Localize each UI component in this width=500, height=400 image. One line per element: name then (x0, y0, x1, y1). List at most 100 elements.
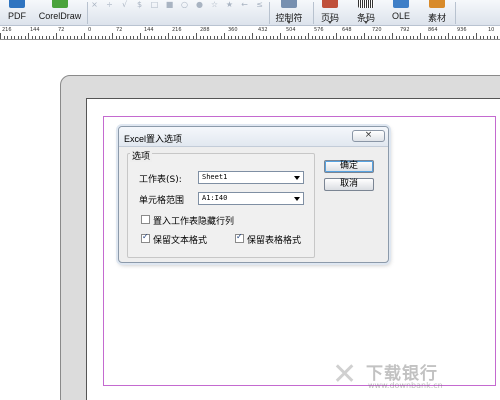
material-button[interactable]: 素材 (423, 0, 451, 26)
ruler-tick (315, 36, 316, 39)
keep-table-format-label: 保留表格格式 (247, 236, 302, 246)
filled-square-icon[interactable]: ■ (164, 0, 175, 10)
ruler-label: 0 (88, 27, 92, 33)
range-select[interactable]: A1:I40 (198, 192, 304, 205)
ruler-tick (308, 33, 309, 39)
ruler-tick (476, 33, 477, 39)
ruler-tick (38, 36, 40, 39)
ruler-tick (371, 36, 372, 39)
ruler-tick (367, 36, 369, 39)
close-button[interactable]: × (352, 130, 385, 142)
ruler-tick (21, 36, 22, 39)
chevron-down-icon[interactable] (328, 21, 332, 24)
ruler-tick (409, 36, 411, 39)
ruler-tick (31, 36, 33, 39)
ruler-tick (182, 36, 183, 39)
star-symbol-icon[interactable]: ☆ (209, 0, 220, 10)
ruler-tick (374, 36, 376, 39)
left-arrow-symbol-icon[interactable]: ← (239, 0, 250, 10)
sheet-select[interactable]: Sheet1 (198, 171, 304, 184)
ruler-tick (395, 36, 397, 39)
barcode-icon (358, 0, 374, 8)
ruler-tick (77, 36, 78, 39)
ruler-tick (119, 36, 120, 39)
ruler-tick (45, 36, 47, 39)
circle-symbol-icon[interactable]: ○ (179, 0, 190, 10)
ruler-tick (343, 36, 344, 39)
horizontal-ruler[interactable]: 216 144 72 0 72 144 216 288 360 432 504 … (0, 27, 500, 40)
ruler-tick (416, 36, 418, 39)
control-char-button[interactable]: 控制符 (272, 0, 306, 26)
ruler-tick (199, 36, 201, 39)
ruler-tick (458, 36, 460, 39)
filled-star-icon[interactable]: ★ (224, 0, 235, 10)
divide-symbol-icon[interactable]: ÷ (104, 0, 115, 10)
chevron-down-icon[interactable] (294, 176, 300, 180)
ruler-tick (434, 36, 435, 39)
ruler-tick (192, 36, 194, 39)
ruler-tick (171, 36, 173, 39)
filled-circle-icon[interactable]: ● (194, 0, 205, 10)
page-number-button[interactable]: 页码 (317, 0, 343, 26)
keep-table-format-checkbox[interactable] (235, 232, 244, 243)
ruler-tick (63, 36, 64, 39)
ruler-tick (413, 36, 414, 39)
barcode-button[interactable]: 条码 (352, 0, 380, 26)
dialog-titlebar[interactable]: Excel置入选项 × (119, 127, 388, 147)
ruler-tick (168, 33, 169, 39)
ruler-label: 10 (488, 27, 495, 33)
ruler-tick (259, 36, 260, 39)
ruler-tick (427, 36, 428, 39)
chevron-down-icon[interactable] (364, 21, 368, 24)
sqrt-symbol-icon[interactable]: √ (119, 0, 130, 10)
material-label: 素材 (427, 13, 446, 23)
ruler-tick (297, 36, 299, 39)
ole-label: OLE (391, 11, 410, 21)
coreldraw-label: CorelDraw (38, 11, 82, 21)
ruler-tick (465, 36, 467, 39)
ruler-tick (213, 36, 215, 39)
pdf-button[interactable]: PDF (2, 0, 32, 26)
cancel-button[interactable]: 取消 (324, 178, 374, 191)
less-equal-symbol-icon[interactable]: ≤ (254, 0, 265, 10)
import-hidden-checkbox[interactable] (141, 215, 150, 224)
ruler-tick (360, 36, 362, 39)
ruler-tick (290, 36, 292, 39)
ruler-tick (189, 36, 190, 39)
ruler-tick (346, 36, 348, 39)
ruler-tick (448, 33, 449, 39)
ruler-label: 216 (2, 27, 12, 33)
dollar-symbol-icon[interactable]: $ (134, 0, 145, 10)
ok-button[interactable]: 确定 (324, 160, 374, 173)
ruler-tick (185, 36, 187, 39)
ruler-tick (399, 36, 400, 39)
ruler-tick (122, 36, 124, 39)
ruler-tick (388, 36, 390, 39)
keep-text-format-checkbox[interactable] (141, 232, 150, 243)
ruler-label: 576 (314, 27, 324, 33)
chevron-down-icon[interactable] (294, 197, 300, 201)
ruler-tick (140, 33, 141, 39)
times-symbol-icon[interactable]: × (89, 0, 100, 10)
watermark-logo-icon: ✕ (332, 357, 358, 392)
ruler-tick (42, 36, 43, 39)
ruler-tick (311, 36, 313, 39)
ruler-tick (136, 36, 138, 39)
ruler-tick (441, 36, 442, 39)
coreldraw-button[interactable]: CorelDraw (35, 0, 85, 26)
chevron-down-icon[interactable] (287, 21, 291, 24)
range-select-value: A1:I40 (202, 194, 228, 202)
ruler-label: 144 (30, 27, 40, 33)
ruler-tick (420, 33, 421, 39)
ruler-label: 360 (228, 27, 238, 33)
ruler-tick (210, 36, 211, 39)
ruler-tick (381, 36, 383, 39)
square-symbol-icon[interactable]: □ (149, 0, 160, 10)
ole-button[interactable]: OLE (388, 0, 414, 26)
ruler-tick (353, 36, 355, 39)
ruler-tick (406, 36, 407, 39)
watermark-url: www.downbank.cn (368, 381, 443, 390)
ruler-tick (287, 36, 288, 39)
keep-text-format-label: 保留文本格式 (153, 236, 208, 246)
ruler-tick (262, 36, 264, 39)
